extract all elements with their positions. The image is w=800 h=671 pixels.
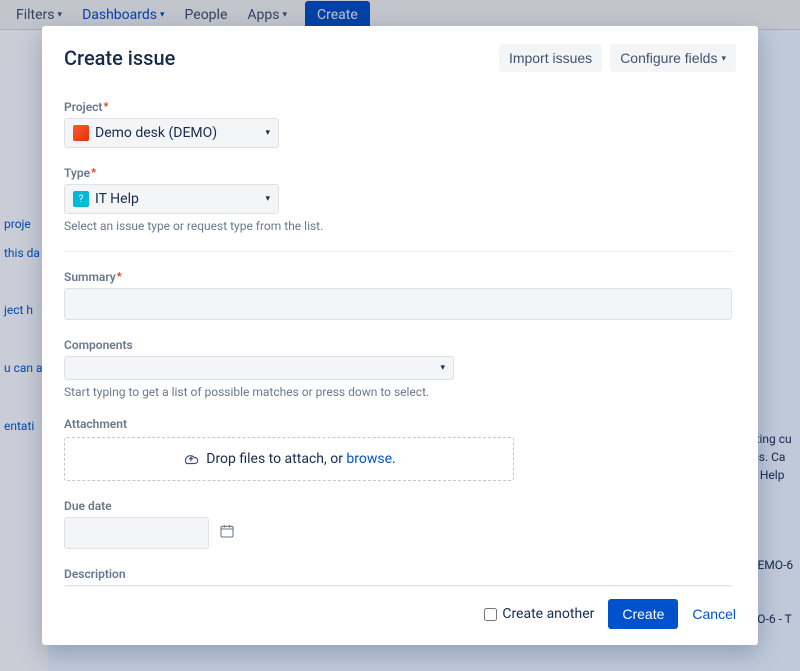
components-field: Components ▾ Start typing to get a list … (64, 338, 732, 399)
create-another-label: Create another (502, 606, 594, 622)
project-icon (73, 125, 89, 141)
chevron-down-icon: ▾ (721, 53, 726, 64)
attachment-browse-link[interactable]: browse (346, 451, 392, 467)
it-help-icon: ? (73, 191, 89, 207)
cancel-button[interactable]: Cancel (692, 606, 736, 622)
due-date-field: Due date (64, 499, 732, 549)
divider (64, 251, 732, 252)
upload-cloud-icon (182, 450, 200, 468)
project-label: Project* (64, 100, 732, 114)
configure-fields-button[interactable]: Configure fields▾ (610, 44, 736, 72)
attachment-label: Attachment (64, 417, 732, 431)
project-field: Project* Demo desk (DEMO) ▾ (64, 100, 732, 148)
modal-header: Create issue Import issues Configure fie… (42, 26, 758, 78)
components-label: Components (64, 338, 732, 352)
chevron-down-icon: ▾ (265, 128, 270, 138)
create-another-checkbox[interactable]: Create another (484, 606, 594, 622)
chevron-down-icon: ▾ (440, 363, 445, 373)
due-date-input[interactable] (64, 517, 209, 549)
calendar-icon[interactable] (219, 523, 235, 543)
chevron-down-icon: ▾ (265, 194, 270, 204)
type-select[interactable]: ? IT Help ▾ (64, 184, 279, 214)
attachment-field: Attachment Drop files to attach, or brow… (64, 417, 732, 481)
type-field: Type* ? IT Help ▾ Select an issue type or… (64, 166, 732, 233)
create-button[interactable]: Create (608, 599, 678, 629)
components-select[interactable]: ▾ (64, 356, 454, 380)
type-label: Type* (64, 166, 732, 180)
summary-input[interactable] (64, 288, 732, 320)
create-issue-modal: Create issue Import issues Configure fie… (42, 26, 758, 645)
description-field: Description Style▾ B I U A▾ aAa▾ 🔗▾ (64, 567, 732, 587)
project-value: Demo desk (DEMO) (95, 125, 217, 141)
summary-label: Summary* (64, 270, 732, 284)
attachment-dropzone[interactable]: Drop files to attach, or browse. (64, 437, 514, 481)
summary-field: Summary* (64, 270, 732, 320)
type-value: IT Help (95, 191, 139, 207)
type-hint: Select an issue type or request type fro… (64, 219, 732, 233)
import-issues-button[interactable]: Import issues (499, 44, 602, 72)
create-another-input[interactable] (484, 608, 497, 621)
project-select[interactable]: Demo desk (DEMO) ▾ (64, 118, 279, 148)
modal-body: Project* Demo desk (DEMO) ▾ Type* ? IT He… (42, 78, 754, 587)
modal-title: Create issue (64, 46, 175, 70)
due-date-label: Due date (64, 499, 732, 513)
components-hint: Start typing to get a list of possible m… (64, 385, 732, 399)
modal-footer: Create another Create Cancel (42, 587, 758, 645)
description-label: Description (64, 567, 732, 581)
attachment-drop-text: Drop files to attach, or browse. (206, 451, 396, 467)
